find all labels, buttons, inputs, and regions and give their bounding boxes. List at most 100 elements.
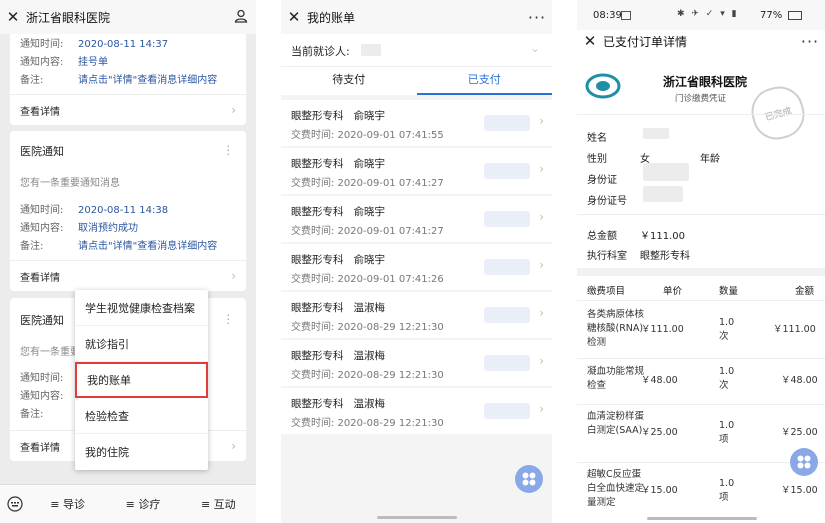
bill-item[interactable]: 眼整形专科 俞晓宇 交费时间: 2020-09-01 07:41:26 › (281, 244, 552, 290)
menu-item-student-vision[interactable]: 学生视觉健康检查档案 (75, 290, 208, 326)
p2-header: ✕ 我的账单 ··· (281, 0, 552, 34)
notice-row: 通知内容: 挂号单 (20, 57, 108, 68)
col-price: 单价 (663, 286, 683, 297)
bill-item[interactable]: 眼整形专科 俞晓宇 交费时间: 2020-09-01 07:41:27 › (281, 148, 552, 194)
name-redacted (643, 128, 669, 139)
chevron-right-icon: › (539, 354, 544, 368)
notice-row: 备注: (20, 409, 44, 420)
menu-item-my-bills[interactable]: 我的账单 (75, 362, 208, 398)
patient-name-redacted (361, 44, 381, 56)
view-detail-link[interactable]: 查看详情 › (10, 260, 246, 291)
amount-redacted (484, 259, 530, 275)
more-icon[interactable]: ··· (227, 141, 231, 160)
amount-redacted (484, 307, 530, 323)
name-label: 姓名 (587, 133, 607, 144)
chevron-right-icon: › (231, 439, 236, 453)
item-qty: 1.0项 (719, 478, 735, 503)
chevron-right-icon: › (231, 103, 236, 117)
hospital-logo (585, 72, 621, 103)
chevron-right-icon: › (539, 258, 544, 272)
p2-title: 我的账单 (307, 10, 356, 25)
divider (577, 214, 825, 215)
notice-title: 医院通知 (20, 145, 64, 158)
divider (577, 114, 825, 115)
tab-guide[interactable]: ≡ 导诊 (30, 496, 105, 512)
more-icon[interactable]: ··· (227, 310, 231, 329)
view-detail-link[interactable]: 查看详情 › (10, 94, 246, 125)
chevron-right-icon: › (539, 162, 544, 176)
close-icon[interactable]: ✕ (0, 8, 26, 26)
paid-order-detail-screen: 08:39 ✱ ✈ ✓ ▾ ▮ 77% ✕ 已支付订单详情 ··· 浙江省眼科医… (577, 0, 825, 523)
item-amount: ￥48.00 (781, 375, 818, 386)
item-name: 超敏C反应蛋白全血快速定量测定 (587, 469, 645, 508)
bottom-menu-bar: ≡ 导诊 ≡ 诊疗 ≡ 互动 (0, 484, 256, 523)
p3-title: 已支付订单详情 (603, 34, 688, 49)
item-price: ￥25.00 (641, 427, 678, 438)
item-qty: 1.0次 (719, 317, 735, 342)
chevron-right-icon: › (231, 269, 236, 283)
notification-screen: ✕ 浙江省眼科医院 通知时间: 2020-08-11 14:37 通知内容: 挂号单… (0, 0, 256, 523)
battery-icon (788, 11, 802, 20)
amount-redacted (484, 355, 530, 371)
battery-level: 77% (760, 10, 783, 21)
menu-item-hospitalization[interactable]: 我的住院 (75, 434, 208, 470)
item-price: ￥111.00 (641, 324, 684, 335)
item-price: ￥15.00 (641, 485, 678, 496)
notification-icons: ✱ ✈ ✓ ▾ ▮ (677, 9, 739, 19)
col-amount: 金额 (795, 286, 815, 297)
tab-interact[interactable]: ≡ 互动 (181, 496, 256, 512)
image-icon (621, 11, 631, 20)
completed-stamp: 已完成 (746, 81, 810, 145)
floating-menu-button[interactable] (790, 448, 818, 476)
item-amount: ￥15.00 (781, 485, 818, 496)
total-value: ￥111.00 (640, 231, 685, 242)
user-icon[interactable] (226, 8, 256, 27)
notice-subtitle: 您有一条重要 (20, 347, 80, 358)
p1-title: 浙江省眼科医院 (26, 10, 111, 25)
bill-tabs: 待支付 已支付 (281, 67, 552, 95)
keyboard-icon[interactable] (0, 496, 30, 512)
bill-item[interactable]: 眼整形专科 俞晓宇 交费时间: 2020-09-01 07:41:27 › (281, 196, 552, 242)
close-icon[interactable]: ✕ (577, 32, 603, 50)
bill-item[interactable]: 眼整形专科 温淑梅 交费时间: 2020-08-29 12:21:30 › (281, 388, 552, 434)
patient-selector[interactable]: 当前就诊人: ⌄ (281, 34, 552, 67)
tab-paid[interactable]: 已支付 (416, 67, 552, 95)
gender-label: 性别 (587, 154, 607, 165)
divider (577, 358, 825, 359)
col-item: 缴费项目 (587, 286, 626, 297)
id-card-redacted (643, 163, 689, 181)
menu-item-lab-exam[interactable]: 检验检查 (75, 398, 208, 434)
more-icon[interactable]: ··· (522, 8, 552, 27)
hospital-name: 浙江省眼科医院 (663, 75, 748, 89)
menu-item-guide[interactable]: 就诊指引 (75, 326, 208, 362)
id-card-label: 身份证 (587, 175, 617, 186)
item-amount: ￥25.00 (781, 427, 818, 438)
item-qty: 1.0项 (719, 420, 735, 445)
bill-item[interactable]: 眼整形专科 温淑梅 交费时间: 2020-08-29 12:21:30 › (281, 292, 552, 338)
dept-label: 执行科室 (587, 251, 627, 262)
chevron-right-icon: › (539, 306, 544, 320)
total-label: 总金额 (587, 231, 617, 242)
notice-subtitle: 您有一条重要通知消息 (20, 178, 120, 189)
item-qty: 1.0次 (719, 366, 735, 391)
chevron-right-icon: › (539, 402, 544, 416)
bill-item[interactable]: 眼整形专科 俞晓宇 交费时间: 2020-09-01 07:41:55 › (281, 100, 552, 146)
grid-icon (522, 472, 536, 486)
floating-menu-button[interactable] (515, 465, 543, 493)
patient-label: 当前就诊人: (291, 45, 350, 58)
age-label: 年龄 (700, 154, 720, 165)
tab-treatment[interactable]: ≡ 诊疗 (105, 496, 180, 512)
item-name: 各类病原体核糖核酸(RNA)检测 (587, 309, 645, 348)
tab-unpaid[interactable]: 待支付 (281, 67, 417, 95)
chevron-down-icon: ⌄ (529, 41, 540, 55)
more-icon[interactable]: ··· (795, 32, 825, 51)
popup-menu: 学生视觉健康检查档案 就诊指引 我的账单 检验检查 我的住院 (75, 290, 208, 470)
item-name: 血清淀粉样蛋白测定(SAA) (587, 411, 645, 436)
notice-row: 通知内容: 取消预约成功 (20, 223, 138, 234)
p3-header: ✕ 已支付订单详情 ··· (577, 30, 825, 52)
notice-row: 备注: 请点击"详情"查看消息详细内容 (20, 75, 218, 86)
grid-icon (797, 455, 811, 469)
bill-item[interactable]: 眼整形专科 温淑梅 交费时间: 2020-08-29 12:21:30 › (281, 340, 552, 386)
close-icon[interactable]: ✕ (281, 8, 307, 26)
notice-card: 通知时间: 2020-08-11 14:37 通知内容: 挂号单 备注: 请点击"详情… (10, 34, 246, 125)
